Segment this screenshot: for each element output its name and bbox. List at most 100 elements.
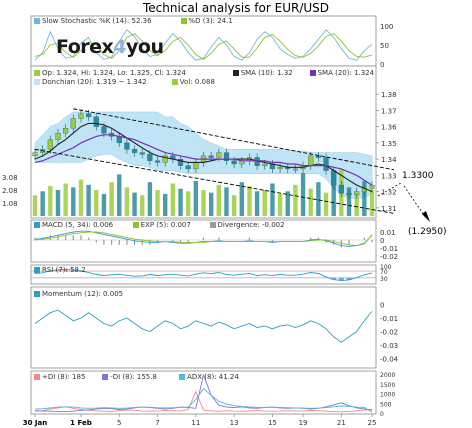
price-tick-label: 1.36 [381,124,397,132]
macd-tick-label: -0.01 [380,245,398,253]
candle-body [338,184,344,194]
volume-bar [147,182,153,216]
legend-entry: RSI (7): 58.2 [34,266,86,274]
macd-tick-label: 0.01 [380,229,396,237]
forex4you-logo: Forex4you [56,36,164,58]
dmi-tick-label: 0 [380,411,384,418]
legend-entry: Vol: 0.088 [171,78,215,86]
macd-tick-label: 0 [380,237,384,245]
candle-body [346,193,352,196]
volume-bar [293,184,298,216]
stochastic-tick-label: 0 [380,61,384,69]
volume-bar [86,184,91,216]
volume-bar [140,195,145,216]
volume-bar [170,183,176,216]
legend-swatch [34,374,40,380]
legend-entry: %D (3): 24.1 [180,17,233,25]
candle-body [308,155,314,166]
legend-text: Divergence: -0.002 [217,221,285,229]
legend-text: EXP (5): 0.007 [140,221,191,229]
volume-bar [239,182,244,216]
volume-bar [101,193,107,216]
candle-body [231,160,237,165]
volume-bar [63,183,68,216]
legend-text: -DI (8): 155.8 [110,373,157,381]
volume-bar [323,192,329,216]
legend-text: Donchian (20): 1.319 ~ 1.342 [42,78,147,86]
candle-body [154,160,161,163]
projection-arrow-2 [403,185,427,219]
volume-bar [55,190,61,216]
volume-bar [155,190,160,216]
volume-bar [40,191,45,216]
dmi-tick-label: 1500 [380,382,395,389]
volume-bar [193,180,199,216]
legend-entry: ADX (8): 41.24 [179,373,239,381]
x-tick-label: 7 [155,419,159,427]
candle-body [331,170,337,186]
candle-body [70,118,76,129]
legend-entry: -DI (8): 155.8 [102,373,157,381]
legend-text: Op: 1.324, Hi: 1.324, Lo: 1.325, Cl: 1.3… [42,69,186,77]
candle-body [323,157,329,171]
projection-arrowhead [422,211,430,222]
price-tick-label: 1.34 [381,156,397,164]
legend-swatch [34,222,40,228]
legend-swatch [232,70,239,76]
volume-bar [185,191,191,216]
price-tick-label: 1.31 [381,205,397,213]
legend-entry: SMA (20): 1.324 [309,69,374,77]
volume-bar [308,188,313,216]
candle-body [124,142,130,150]
price-tick-label: 1.35 [381,140,397,148]
candle-body [55,132,61,140]
candle-body [63,128,69,134]
x-tick-label: 19 [299,419,308,427]
volume-bar [208,192,214,216]
legend-text: Slow Stochastic %K (14): 52.36 [42,17,152,25]
legend-text: SMA (10): 1.32 [240,69,293,77]
candle-body [193,162,199,170]
x-tick-label: 21 [337,419,346,427]
x-tick-label: 1 Feb [70,419,92,427]
candle-body [185,165,191,170]
candle-body [292,168,299,171]
macd-tick-label: -0.02 [380,253,398,261]
legend-swatch [102,374,109,380]
volume-bar [262,190,267,216]
volume-tick-label: 1.08 [2,200,18,208]
legend-swatch [34,70,40,76]
dmi-tick-label: 1000 [380,392,395,399]
legend-swatch [309,70,316,76]
legend-entry: Donchian (20): 1.319 ~ 1.342 [34,78,147,86]
legend-entry: EXP (5): 0.007 [132,221,191,229]
legend-entry: Slow Stochastic %K (14): 52.36 [34,17,152,25]
rsi-tick-label: 100 [380,264,392,271]
target-label-1: 1.3300 [402,171,434,181]
legend-swatch [34,267,40,273]
momentum-tick-label: -0.03 [380,342,398,350]
dmi-tick-label: 500 [380,401,392,408]
volume-tick-label: 3.08 [2,174,18,182]
stochastic-tick-label: 50 [380,42,389,50]
x-tick-label: 13 [230,419,239,427]
price-tick-label: 1.38 [381,91,397,99]
candle-body [208,155,214,158]
volume-bar [369,190,375,216]
candle-body [139,152,145,155]
candle-body [369,184,375,189]
volume-bar [109,182,114,216]
volume-tick-label: 2.08 [2,187,18,195]
candle-body [216,152,222,158]
x-tick-label: 30 Jan [23,419,48,427]
volume-bar [94,190,99,216]
legend-swatch [34,18,40,24]
candle-body [93,116,99,127]
candle-body [32,152,38,157]
candle-body [131,149,138,153]
legend-swatch [34,79,40,85]
legend-swatch [171,79,178,85]
momentum-tick-label: -0.04 [380,355,399,363]
volume-bar [277,193,283,216]
legend-text: MACD (5, 34): 0.006 [42,221,114,229]
